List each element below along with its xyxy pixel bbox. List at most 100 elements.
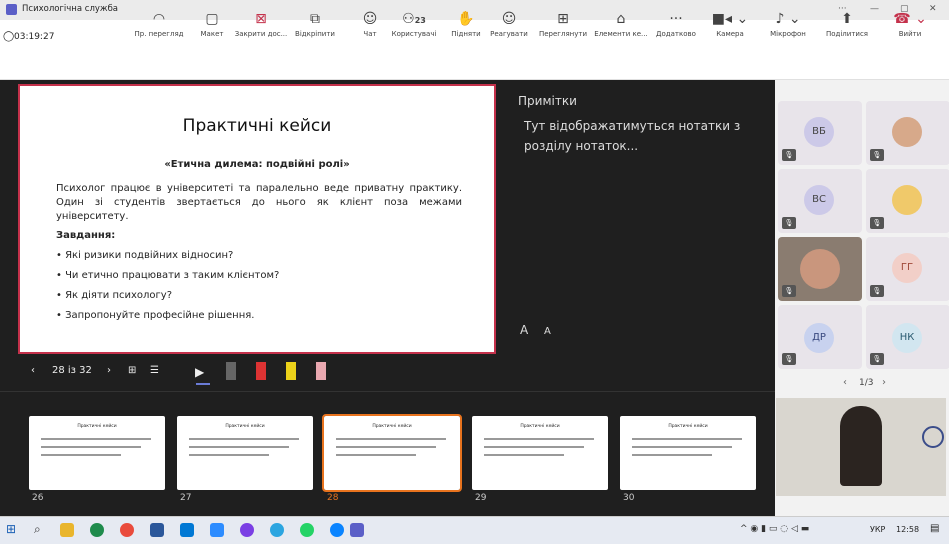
react-button[interactable]: ☺ Реагувати (486, 8, 532, 38)
rooms-button[interactable]: ⊞ Переглянути (534, 8, 592, 38)
telegram-icon[interactable] (270, 523, 284, 537)
gallery-prev-button[interactable]: ‹ (843, 377, 847, 388)
participant-tile[interactable]: НК 🎙 (866, 305, 949, 369)
skype-icon[interactable] (180, 523, 194, 537)
chrome-icon[interactable] (120, 523, 134, 537)
whatsapp-icon[interactable] (300, 523, 314, 537)
viber-icon[interactable] (240, 523, 254, 537)
avatar-photo (892, 117, 922, 147)
notifications-icon[interactable]: ▤ (930, 523, 939, 534)
participant-tile[interactable]: ДР 🎙 (778, 305, 862, 369)
slide-counter: 28 із 32 (52, 365, 92, 376)
presenter-video (840, 406, 882, 486)
zoom-icon[interactable] (210, 523, 224, 537)
clock[interactable]: 12:58 (896, 525, 919, 534)
search-icon[interactable]: ⌕ (34, 522, 41, 537)
share-icon: ⬆ (841, 11, 853, 27)
teams-taskbar-icon[interactable] (350, 523, 364, 537)
stop-sharing-button[interactable]: ⊠ Закрити дос... (232, 8, 290, 38)
file-explorer-icon[interactable] (60, 523, 74, 537)
leave-icon: ☎ ⌄ (893, 11, 927, 27)
muted-mic-icon: 🎙 (870, 217, 884, 229)
thumbnail-number: 30 (623, 493, 635, 503)
raise-hand-button[interactable]: ✋ Підняти (448, 8, 484, 38)
word-icon[interactable] (150, 523, 164, 537)
gallery-page: 1/3 (859, 378, 874, 388)
chat-button[interactable]: ☺ Чат (355, 8, 385, 38)
undock-button[interactable]: ⧉ Відкріпити (290, 8, 340, 38)
view-icon: ◠ (152, 11, 166, 27)
pointer-active-indicator (196, 383, 210, 385)
slide-title: Практичні кейси (182, 116, 332, 136)
avatar: НК (892, 323, 922, 353)
slide-thumbnail[interactable]: Практичні кейси (472, 416, 608, 490)
participant-tile[interactable]: ВБ 🎙 (778, 101, 862, 165)
pen-black-icon[interactable] (226, 362, 236, 380)
start-icon[interactable]: ⊞ (6, 522, 16, 536)
thumbnail-number: 26 (32, 493, 44, 503)
participant-video (800, 249, 840, 289)
participant-video-tile[interactable]: 🎙 (778, 237, 862, 301)
tray-icons[interactable]: ^ ◉ ▮ ▭ ◌ ◁ ▬ (740, 524, 809, 534)
muted-mic-icon: 🎙 (782, 285, 796, 297)
muted-mic-icon: 🎙 (870, 353, 884, 365)
slide-thumbnail-selected[interactable]: Практичні кейси (322, 414, 462, 492)
notes-text: Тут відображатимуться нотатки з розділу … (524, 119, 741, 153)
more-button[interactable]: ··· Додатково (650, 8, 702, 38)
settings-sliders-icon[interactable]: ☰ (150, 365, 159, 376)
people-icon: ⚇23 (402, 11, 426, 27)
rooms-icon: ⊞ (557, 11, 569, 27)
prev-slide-button[interactable]: ‹ (31, 365, 35, 376)
slide-paragraph: Психолог працює в університеті та парале… (56, 183, 462, 222)
muted-mic-icon: 🎙 (782, 149, 796, 161)
camera-button[interactable]: ■◂ ⌄ Камера (706, 8, 754, 38)
language-indicator[interactable]: УКР (870, 525, 885, 534)
eraser-icon[interactable] (316, 362, 326, 380)
university-seal-icon (922, 426, 944, 448)
avatar: ДР (804, 323, 834, 353)
avatar: ВБ (804, 117, 834, 147)
font-decrease-button[interactable]: A (544, 326, 551, 337)
slide-tasks-label: Завдання: (56, 230, 116, 241)
layout-icon: ▢ (205, 11, 219, 27)
more-icon: ··· (669, 11, 683, 27)
slide-bullet: • Запропонуйте професійне рішення. (56, 310, 255, 321)
raise-hand-icon: ✋ (457, 11, 475, 27)
mic-button[interactable]: ♪ ⌄ Мікрофон (760, 8, 816, 38)
muted-mic-icon: 🎙 (870, 149, 884, 161)
font-increase-button[interactable]: A (520, 323, 528, 337)
grid-view-icon[interactable]: ⊞ (128, 365, 136, 376)
highlighter-icon[interactable] (286, 362, 296, 380)
layout-button[interactable]: ▢ Макет (190, 8, 234, 38)
app-icon[interactable] (330, 523, 344, 537)
undock-icon: ⧉ (310, 11, 320, 27)
participant-tile[interactable]: 🎙 (866, 169, 949, 233)
slide-thumbnail[interactable]: Практичні кейси (620, 416, 756, 490)
muted-mic-icon: 🎙 (870, 285, 884, 297)
people-button[interactable]: ⚇23 Користувачі (385, 8, 443, 38)
pointer-icon[interactable]: ▶ (195, 365, 204, 379)
window-title: Психологічна служба (22, 4, 119, 14)
leave-button[interactable]: ☎ ⌄ Вийти (888, 8, 932, 38)
participant-tile[interactable]: 🎙 (866, 101, 949, 165)
thumbnail-number: 28 (327, 493, 339, 503)
slide-subtitle: «Етична дилема: подвійні ролі» (164, 159, 350, 170)
next-slide-button[interactable]: › (107, 365, 111, 376)
apps-button[interactable]: ⌂ Елементи ке... (592, 8, 650, 38)
slide-thumbnail[interactable]: Практичні кейси (29, 416, 165, 490)
share-button[interactable]: ⬆ Поділитися (818, 8, 876, 38)
teams-logo-icon (6, 4, 17, 15)
participant-tile[interactable]: ВС 🎙 (778, 169, 862, 233)
avatar-photo (892, 185, 922, 215)
gallery-next-button[interactable]: › (882, 377, 886, 388)
slide-thumbnail[interactable]: Практичні кейси (177, 416, 313, 490)
view-button[interactable]: ◠ Пр. перегляд (130, 8, 188, 38)
muted-mic-icon: 🎙 (782, 217, 796, 229)
participant-tile[interactable]: ГГ 🎙 (866, 237, 949, 301)
apps-icon: ⌂ (616, 11, 626, 27)
pen-red-icon[interactable] (256, 362, 266, 380)
edge-icon[interactable] (90, 523, 104, 537)
shield-icon: ◯ (3, 31, 15, 42)
avatar: ГГ (892, 253, 922, 283)
slide-bullet: • Як діяти психологу? (56, 290, 173, 301)
